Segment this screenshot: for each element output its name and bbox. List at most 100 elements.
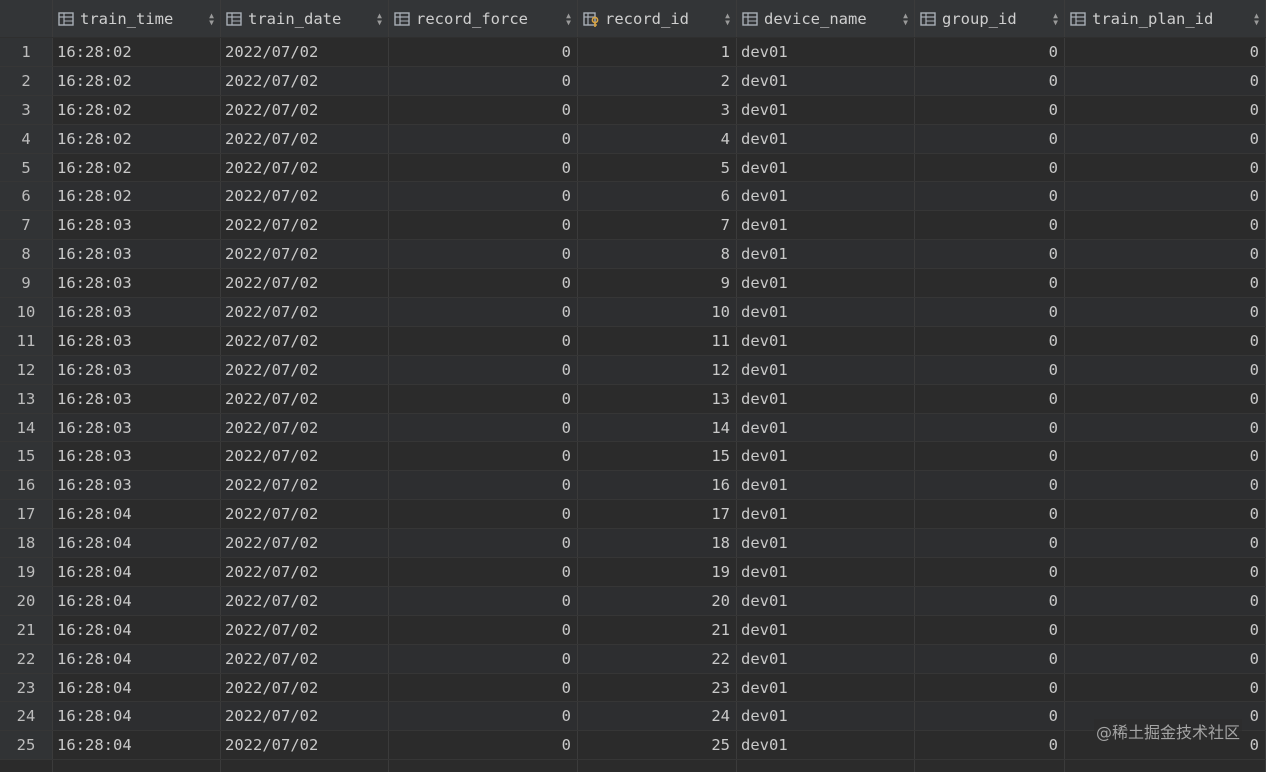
table-cell[interactable]: dev01 <box>737 615 915 644</box>
table-cell[interactable]: 2022/07/02 <box>221 66 389 95</box>
table-cell[interactable]: 7 <box>578 211 737 240</box>
sort-icon[interactable]: ▲ ▼ <box>209 11 214 26</box>
table-cell[interactable]: 0 <box>1065 298 1266 326</box>
table-row[interactable]: 14 16:28:03 2022/07/02 0 14 dev01 0 0 <box>0 413 1266 443</box>
table-row[interactable]: 21 16:28:04 2022/07/02 0 21 dev01 0 0 <box>0 615 1266 645</box>
table-cell[interactable]: 0 <box>915 211 1065 240</box>
table-cell[interactable]: 0 <box>1065 558 1266 586</box>
table-cell[interactable]: 2022/07/02 <box>221 326 389 355</box>
table-row[interactable]: 23 16:28:04 2022/07/02 0 23 dev01 0 0 <box>0 673 1266 703</box>
table-cell[interactable]: 0 <box>915 471 1065 500</box>
table-cell[interactable]: 0 <box>915 673 1065 702</box>
table-cell[interactable]: dev01 <box>737 240 915 269</box>
table-cell[interactable]: 0 <box>389 500 578 529</box>
table-row[interactable]: 12 16:28:03 2022/07/02 0 12 dev01 0 0 <box>0 355 1266 385</box>
table-cell[interactable]: 0 <box>1065 38 1266 66</box>
table-cell[interactable]: 0 <box>915 731 1065 760</box>
table-cell[interactable]: 0 <box>1065 66 1266 95</box>
table-cell[interactable]: 20 <box>578 586 737 615</box>
table-cell[interactable]: 16:28:02 <box>53 153 221 182</box>
table-cell[interactable]: 18 <box>578 529 737 558</box>
table-cell[interactable]: 0 <box>1065 586 1266 615</box>
table-cell[interactable]: 2022/07/02 <box>221 355 389 384</box>
table-cell[interactable]: 2022/07/02 <box>221 182 389 211</box>
table-cell[interactable]: 6 <box>578 182 737 211</box>
sort-icon[interactable]: ▲ ▼ <box>377 11 382 26</box>
table-cell[interactable]: 2022/07/02 <box>221 500 389 529</box>
table-row[interactable]: 3 16:28:02 2022/07/02 0 3 dev01 0 0 <box>0 95 1266 125</box>
table-cell[interactable]: 0 <box>1065 500 1266 529</box>
table-cell[interactable]: 12 <box>578 355 737 384</box>
table-cell[interactable]: dev01 <box>737 66 915 95</box>
column-header-group-id[interactable]: group_id ▲ ▼ <box>915 0 1065 37</box>
table-cell[interactable]: dev01 <box>737 500 915 529</box>
table-row[interactable]: 10 16:28:03 2022/07/02 0 10 dev01 0 0 <box>0 298 1266 327</box>
table-cell[interactable]: 0 <box>389 211 578 240</box>
table-cell[interactable]: 16:28:03 <box>53 355 221 384</box>
table-cell[interactable]: 2022/07/02 <box>221 615 389 644</box>
table-cell[interactable]: 0 <box>1065 413 1266 442</box>
table-cell[interactable]: 0 <box>1065 615 1266 644</box>
column-header-train-date[interactable]: train_date ▲ ▼ <box>221 0 389 37</box>
table-cell[interactable]: 2022/07/02 <box>221 673 389 702</box>
table-cell[interactable]: 0 <box>389 384 578 413</box>
table-cell[interactable]: 0 <box>915 269 1065 298</box>
table-cell[interactable]: dev01 <box>737 731 915 760</box>
table-cell[interactable]: 0 <box>915 298 1065 326</box>
table-cell[interactable]: dev01 <box>737 326 915 355</box>
table-cell[interactable]: 16:28:02 <box>53 66 221 95</box>
table-row[interactable]: 6 16:28:02 2022/07/02 0 6 dev01 0 0 <box>0 182 1266 212</box>
table-cell[interactable]: 16:28:04 <box>53 500 221 529</box>
table-cell[interactable]: 0 <box>389 471 578 500</box>
table-cell[interactable]: 0 <box>915 326 1065 355</box>
table-row[interactable]: 16 16:28:03 2022/07/02 0 16 dev01 0 0 <box>0 471 1266 501</box>
table-row[interactable]: 1 16:28:02 2022/07/02 0 1 dev01 0 0 <box>0 38 1266 67</box>
sort-icon[interactable]: ▲ ▼ <box>903 11 908 26</box>
table-cell[interactable]: 2022/07/02 <box>221 586 389 615</box>
table-cell[interactable]: 0 <box>389 586 578 615</box>
table-cell[interactable]: 16:28:04 <box>53 702 221 731</box>
table-cell[interactable]: 2022/07/02 <box>221 644 389 673</box>
table-cell[interactable]: 16:28:02 <box>53 182 221 211</box>
table-cell[interactable]: 0 <box>1065 124 1266 153</box>
table-row[interactable]: 5 16:28:02 2022/07/02 0 5 dev01 0 0 <box>0 153 1266 183</box>
table-cell[interactable]: 0 <box>389 442 578 471</box>
table-row[interactable]: 11 16:28:03 2022/07/02 0 11 dev01 0 0 <box>0 326 1266 356</box>
table-cell[interactable]: 0 <box>389 298 578 326</box>
table-cell[interactable]: 0 <box>389 355 578 384</box>
table-cell[interactable]: 0 <box>389 66 578 95</box>
table-row[interactable]: 9 16:28:03 2022/07/02 0 9 dev01 0 0 <box>0 269 1266 299</box>
table-cell[interactable]: 22 <box>578 644 737 673</box>
table-cell[interactable]: 0 <box>389 413 578 442</box>
table-row[interactable]: 25 16:28:04 2022/07/02 0 25 dev01 0 0 <box>0 731 1266 761</box>
table-cell[interactable]: 0 <box>389 702 578 731</box>
table-cell[interactable]: 2022/07/02 <box>221 153 389 182</box>
table-cell[interactable]: 0 <box>1065 211 1266 240</box>
table-cell[interactable]: 0 <box>915 153 1065 182</box>
table-cell[interactable]: 0 <box>915 529 1065 558</box>
table-cell[interactable]: 0 <box>1065 355 1266 384</box>
table-cell[interactable]: 11 <box>578 326 737 355</box>
table-row[interactable]: 4 16:28:02 2022/07/02 0 4 dev01 0 0 <box>0 124 1266 154</box>
table-cell[interactable]: 2022/07/02 <box>221 529 389 558</box>
table-cell[interactable]: 2022/07/02 <box>221 269 389 298</box>
table-cell[interactable]: 16:28:03 <box>53 384 221 413</box>
table-cell[interactable]: dev01 <box>737 384 915 413</box>
table-cell[interactable]: 2022/07/02 <box>221 442 389 471</box>
table-cell[interactable]: 16:28:02 <box>53 124 221 153</box>
table-cell[interactable]: 16:28:03 <box>53 211 221 240</box>
table-cell[interactable]: 16:28:03 <box>53 240 221 269</box>
table-row[interactable]: 24 16:28:04 2022/07/02 0 24 dev01 0 0 <box>0 702 1266 732</box>
table-cell[interactable]: 25 <box>578 731 737 760</box>
table-cell[interactable]: 2022/07/02 <box>221 38 389 66</box>
table-cell[interactable]: 0 <box>915 586 1065 615</box>
table-cell[interactable]: dev01 <box>737 124 915 153</box>
table-cell[interactable]: 2022/07/02 <box>221 471 389 500</box>
table-cell[interactable]: 24 <box>578 702 737 731</box>
table-cell[interactable]: 2022/07/02 <box>221 124 389 153</box>
table-cell[interactable]: dev01 <box>737 586 915 615</box>
table-cell[interactable]: 16:28:03 <box>53 442 221 471</box>
table-cell[interactable]: 0 <box>389 326 578 355</box>
column-header-train-time[interactable]: train_time ▲ ▼ <box>53 0 221 37</box>
table-cell[interactable]: 0 <box>915 95 1065 124</box>
